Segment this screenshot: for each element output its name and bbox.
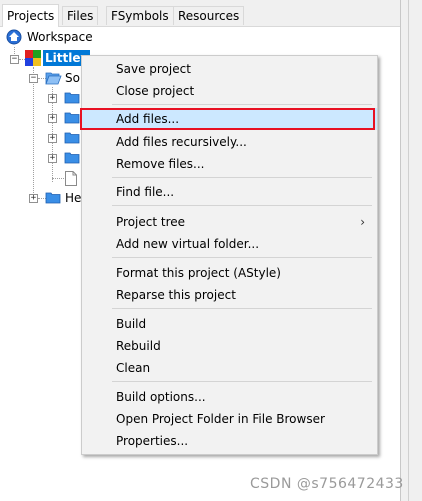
menu-separator [112,257,372,258]
tab-fsymbols[interactable]: FSymbols [106,6,174,25]
folder-icon [64,132,80,144]
file-icon [65,171,77,186]
menu-item-format-project[interactable]: Format this project (AStyle) [82,262,377,284]
collapse-project-toggle[interactable]: − [10,55,19,64]
menu-item-label: Reparse this project [116,288,236,302]
menu-item-properties[interactable]: Properties... [82,430,377,452]
watermark: CSDN @s756472433 [250,476,404,492]
tab-files[interactable]: Files [62,6,99,25]
headers-folder-label[interactable]: He [65,189,81,207]
folder-icon [45,192,61,204]
tree-connector [33,67,34,199]
tab-resources[interactable]: Resources [173,6,245,25]
menu-item-add-virtual-folder[interactable]: Add new virtual folder... [82,233,377,255]
menu-item-label: Add files recursively... [116,135,247,149]
menu-item-save-project[interactable]: Save project [82,58,377,80]
folder-icon [64,92,80,104]
expand-subfolder-toggle[interactable]: + [48,134,57,143]
workspace-label: Workspace [27,30,93,44]
menu-separator [112,104,372,105]
expand-subfolder-toggle[interactable]: + [48,114,57,123]
menu-item-label: Remove files... [116,157,205,171]
menu-separator [112,308,372,309]
expand-subfolder-toggle[interactable]: + [48,94,57,103]
menu-item-label: Open Project Folder in File Browser [116,412,325,426]
folder-open-icon [45,72,62,85]
project-tab-strip: Projects Files FSymbols Resources [0,0,400,27]
menu-item-build-options[interactable]: Build options... [82,386,377,408]
folder-icon [64,152,80,164]
menu-separator [112,381,372,382]
window-right-edge [400,0,422,501]
menu-item-label: Build options... [116,390,206,404]
menu-item-rebuild[interactable]: Rebuild [82,335,377,357]
menu-item-clean[interactable]: Clean [82,357,377,379]
menu-item-find-file[interactable]: Find file... [82,181,377,203]
menu-item-open-project-folder[interactable]: Open Project Folder in File Browser [82,408,377,430]
menu-item-remove-files[interactable]: Remove files... [82,153,377,175]
menu-item-label: Find file... [116,185,175,199]
menu-item-label: Properties... [116,434,189,448]
workspace-icon [6,29,22,45]
menu-item-add-files[interactable]: Add files... [80,108,377,130]
menu-separator [112,177,372,178]
expand-headers-toggle[interactable]: + [29,194,38,203]
menu-item-label: Build [116,317,147,331]
collapse-sources-toggle[interactable]: − [29,74,38,83]
menu-item-label: Save project [116,62,191,76]
expand-subfolder-toggle[interactable]: + [48,154,57,163]
menu-item-label: Format this project (AStyle) [116,266,281,280]
tab-projects[interactable]: Projects [2,4,60,27]
project-icon [25,50,41,66]
menu-separator [112,205,372,206]
menu-item-close-project[interactable]: Close project [82,80,377,102]
project-context-menu: Save project Close project Add files... … [80,55,378,455]
folder-icon [64,112,80,124]
menu-item-add-files-recursively[interactable]: Add files recursively... [82,131,377,153]
tree-connector [52,178,64,179]
menu-item-label: Add new virtual folder... [116,237,260,251]
menu-item-project-tree[interactable]: Project tree › [82,211,377,233]
menu-item-reparse-project[interactable]: Reparse this project [82,284,377,306]
menu-item-label: Close project [116,84,195,98]
sources-folder-label[interactable]: So [65,69,80,87]
submenu-arrow-icon: › [360,215,365,229]
menu-item-build[interactable]: Build [82,313,377,335]
menu-item-label: Rebuild [116,339,161,353]
menu-item-label: Project tree [116,215,186,229]
menu-item-label: Clean [116,361,151,375]
splitter-line[interactable] [408,0,409,501]
menu-item-label: Add files... [116,112,180,126]
